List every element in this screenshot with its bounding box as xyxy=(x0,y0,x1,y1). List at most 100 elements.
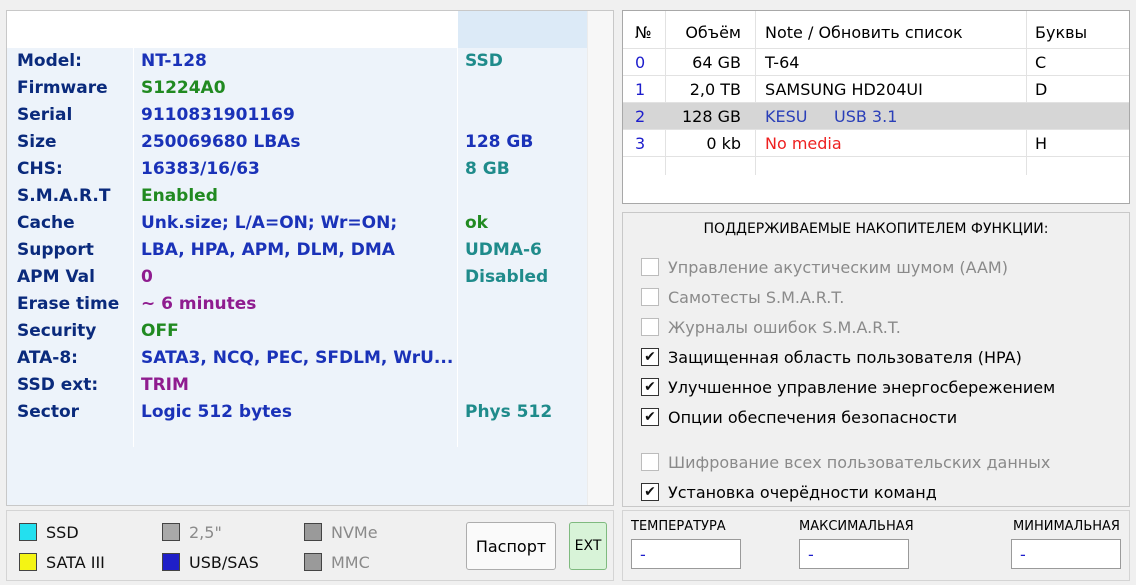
info-row: Firmware S1224A0 xyxy=(7,76,613,103)
drive-row[interactable]: 3 0 kb No media H xyxy=(623,130,1129,157)
info-key: Erase time xyxy=(17,294,120,314)
info-key: APM Val xyxy=(17,267,95,287)
feature-aam: Управление акустическим шумом (AAM) xyxy=(641,256,1008,278)
drive-letters: C xyxy=(1035,53,1047,72)
checkbox-checked: ✔ xyxy=(641,348,659,366)
info-value: NT-128 xyxy=(141,51,207,71)
info-row: ATA-8: SATA3, NCQ, PEC, SFDLM, WrU... xyxy=(7,346,613,373)
info-row: Cache Unk.size; L/A=ON; Wr=ON; ok xyxy=(7,211,613,238)
legend-sata: SATA III xyxy=(19,551,105,573)
feature-smart-selftest: Самотесты S.M.A.R.T. xyxy=(641,286,844,308)
drive-note: SAMSUNG HD204UI xyxy=(765,80,923,99)
drive-note: No media xyxy=(765,134,842,153)
info-value: S1224A0 xyxy=(141,78,226,98)
legend-label: NVMe xyxy=(331,522,378,542)
color-swatch xyxy=(19,553,37,571)
info-header-cell xyxy=(7,11,133,48)
info-value: Enabled xyxy=(141,186,218,206)
drive-note: T-64 xyxy=(765,53,800,72)
drive-row-selected[interactable]: 2 128 GB KESU USB 3.1 xyxy=(623,103,1129,130)
header-note-refresh[interactable]: Note / Обновить список xyxy=(765,23,963,42)
checkbox xyxy=(641,453,659,471)
color-swatch xyxy=(304,523,322,541)
drive-volume: 64 GB xyxy=(692,53,741,72)
checkbox xyxy=(641,318,659,336)
ext-button[interactable]: EXT xyxy=(569,522,607,570)
info-value: ~ 6 minutes xyxy=(141,294,257,314)
info-value: SATA3, NCQ, PEC, SFDLM, WrU... xyxy=(141,348,454,368)
legend-mmc: MMC xyxy=(304,551,370,573)
temperature-panel: ТЕМПЕРАТУРА МАКСИМАЛЬНАЯ МИНИМАЛЬНАЯ - -… xyxy=(622,510,1130,581)
drive-number: 3 xyxy=(635,134,646,153)
legend-panel: SSD SATA III 2,5" USB/SAS NVMe MMC Паспо… xyxy=(6,510,614,581)
legend-hdd25: 2,5" xyxy=(162,521,222,543)
info-empty-area xyxy=(7,447,587,505)
drive-number: 0 xyxy=(635,53,646,72)
feature-label: Установка очерёдности команд xyxy=(668,482,937,502)
info-row: Erase time ~ 6 minutes xyxy=(7,292,613,319)
header-letters: Буквы xyxy=(1035,23,1088,42)
info-key: Serial xyxy=(17,105,73,125)
drive-info-panel: Model: NT-128 SSD Firmware S1224A0 Seria… xyxy=(6,10,614,506)
info-row: Sector Logic 512 bytes Phys 512 xyxy=(7,400,613,427)
drive-note: KESU xyxy=(765,107,808,126)
drives-table: № Объём Note / Обновить список Буквы 0 6… xyxy=(622,10,1130,204)
max-temperature-field: - xyxy=(799,539,909,569)
info-extra: 128 GB xyxy=(465,132,534,152)
header-volume[interactable]: Объём xyxy=(673,23,741,42)
info-key: Model: xyxy=(17,51,82,71)
info-key: CHS: xyxy=(17,159,63,179)
info-row: Security OFF xyxy=(7,319,613,346)
feature-label: Защищенная область пользователя (HPA) xyxy=(668,347,1022,367)
feature-label: Самотесты S.M.A.R.T. xyxy=(668,287,845,307)
info-key: SSD ext: xyxy=(17,375,99,395)
drive-letters: D xyxy=(1035,80,1048,99)
passport-button[interactable]: Паспорт xyxy=(466,522,556,570)
info-row: Model: NT-128 SSD xyxy=(7,49,613,76)
legend-ssd: SSD xyxy=(19,521,79,543)
supported-features-panel: ПОДДЕРЖИВАЕМЫЕ НАКОПИТЕЛЕМ ФУНКЦИИ: Упра… xyxy=(622,212,1130,507)
drive-number: 1 xyxy=(635,80,646,99)
info-key: Security xyxy=(17,321,97,341)
checkbox-checked: ✔ xyxy=(641,408,659,426)
info-extra: UDMA-6 xyxy=(465,240,542,260)
feature-label: Журналы ошибок S.M.A.R.T. xyxy=(668,317,901,337)
drive-row[interactable]: 1 2,0 TB SAMSUNG HD204UI D xyxy=(623,76,1129,103)
drive-volume: 2,0 TB xyxy=(689,80,741,99)
info-value: 9110831901169 xyxy=(141,105,295,125)
feature-hpa: ✔ Защищенная область пользователя (HPA) xyxy=(641,346,1022,368)
drive-row[interactable]: 0 64 GB T-64 C xyxy=(623,49,1129,76)
info-key: Support xyxy=(17,240,94,260)
feature-encryption: Шифрование всех пользовательских данных xyxy=(641,451,1050,473)
info-key: Size xyxy=(17,132,57,152)
info-extra: SSD xyxy=(465,51,503,71)
info-key: ATA-8: xyxy=(17,348,78,368)
info-key: Cache xyxy=(17,213,75,233)
info-value: 0 xyxy=(141,267,153,287)
info-row: S.M.A.R.T Enabled xyxy=(7,184,613,211)
info-rows: Model: NT-128 SSD Firmware S1224A0 Seria… xyxy=(7,49,613,427)
feature-label: Управление акустическим шумом (AAM) xyxy=(668,257,1008,277)
drive-volume: 128 GB xyxy=(682,107,741,126)
info-value: OFF xyxy=(141,321,179,341)
drive-letters: H xyxy=(1035,134,1048,153)
color-swatch xyxy=(162,553,180,571)
info-row: APM Val 0 Disabled xyxy=(7,265,613,292)
feature-ncq: ✔ Установка очерёдности команд xyxy=(641,481,937,503)
checkbox-checked: ✔ xyxy=(641,378,659,396)
info-row: Serial 9110831901169 xyxy=(7,103,613,130)
drive-volume: 0 kb xyxy=(706,134,741,153)
color-swatch xyxy=(304,553,322,571)
header-number: № xyxy=(635,23,652,42)
drive-note-interface: USB 3.1 xyxy=(834,107,898,126)
min-temperature-field: - xyxy=(1011,539,1121,569)
color-swatch xyxy=(162,523,180,541)
legend-label: USB/SAS xyxy=(189,552,259,572)
min-temperature-label: МИНИМАЛЬНАЯ xyxy=(1013,519,1120,534)
color-swatch xyxy=(19,523,37,541)
info-value: 16383/16/63 xyxy=(141,159,260,179)
info-row: Support LBA, HPA, APM, DLM, DMA UDMA-6 xyxy=(7,238,613,265)
info-key: Sector xyxy=(17,402,80,422)
info-row: SSD ext: TRIM xyxy=(7,373,613,400)
features-title: ПОДДЕРЖИВАЕМЫЕ НАКОПИТЕЛЕМ ФУНКЦИИ: xyxy=(703,221,1049,237)
